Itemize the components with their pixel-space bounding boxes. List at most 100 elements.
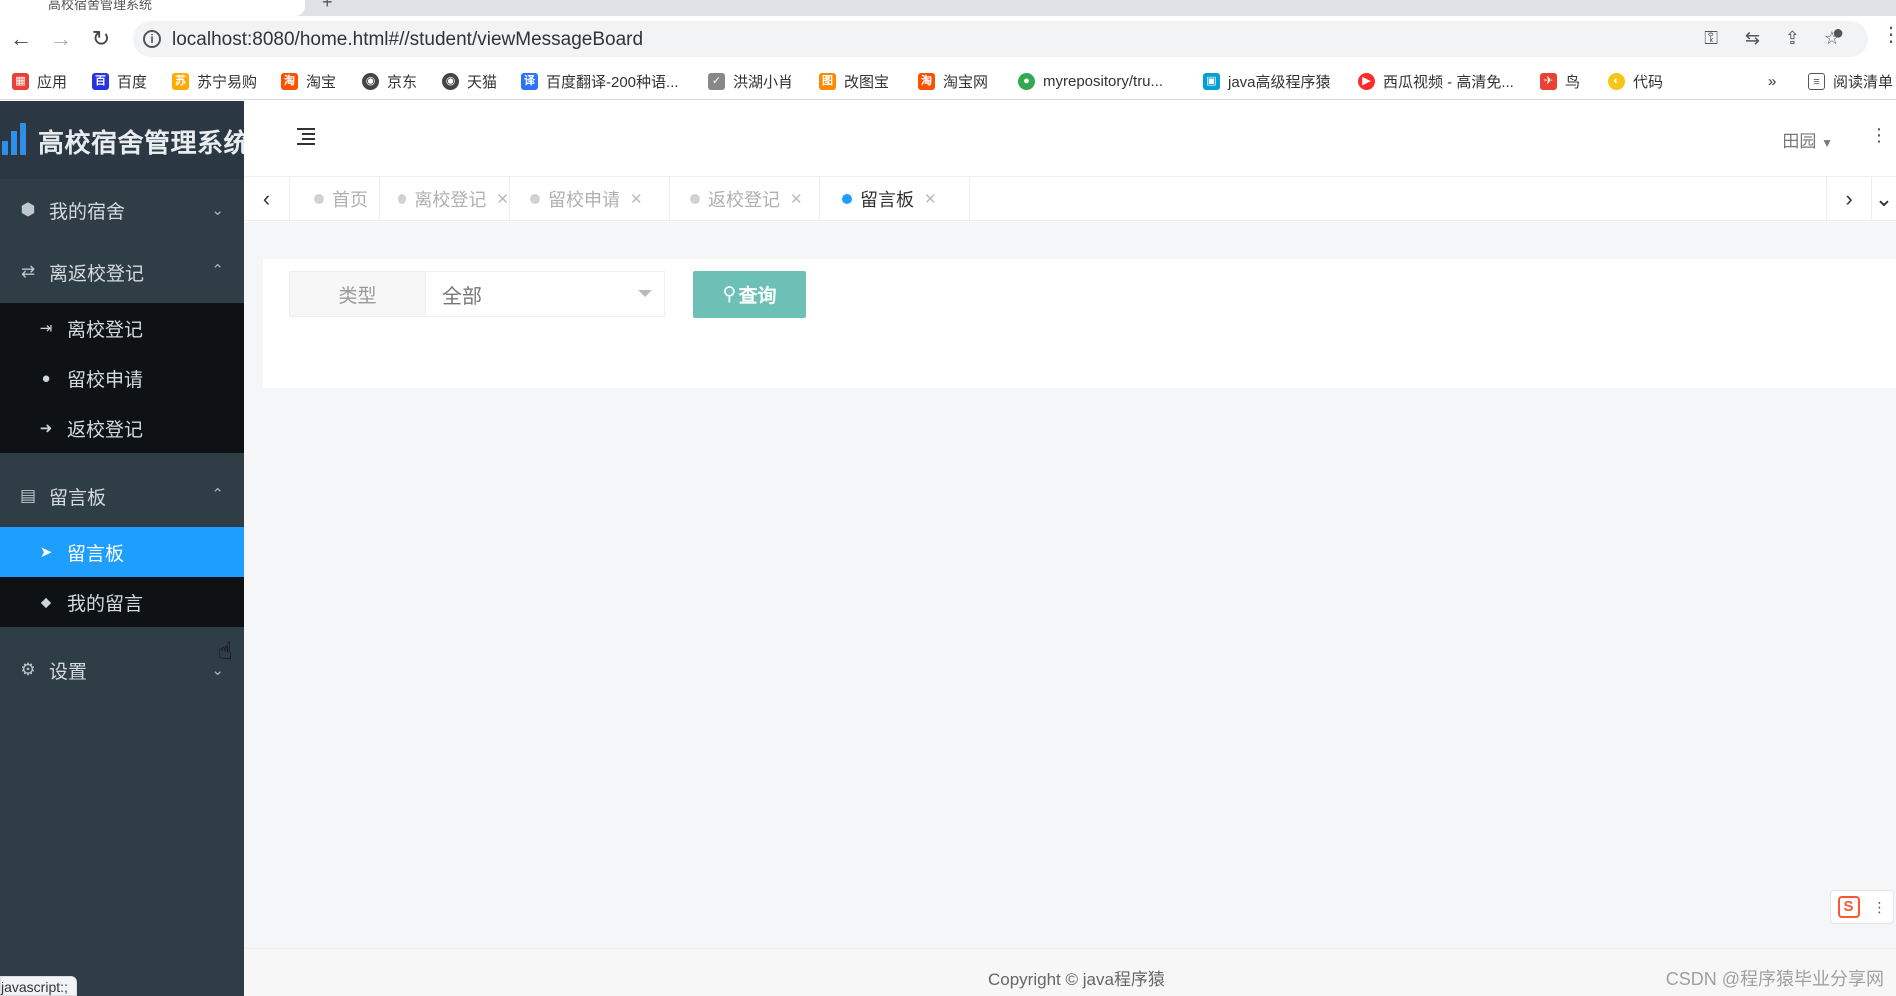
bookmark-item[interactable]: ✈ 鸟 bbox=[1540, 70, 1580, 92]
browser-tab[interactable]: 高校宿舍管理系统 bbox=[0, 0, 305, 16]
bookmark-item[interactable]: ▦ 应用 bbox=[12, 70, 67, 92]
sidebar-toggle-icon[interactable] bbox=[297, 128, 315, 145]
browser-menu-icon[interactable]: ⋮ bbox=[1881, 22, 1896, 47]
key-icon[interactable]: ⚿ bbox=[1704, 28, 1718, 49]
sidebar-item-stay-apply[interactable]: ● 留校申请 bbox=[0, 353, 244, 403]
sidebar-item-leave-register[interactable]: ⇥ 离校登记 bbox=[0, 303, 244, 353]
sidebar-group-leave-return[interactable]: ⇄ 离返校登记 ⌃ bbox=[0, 241, 244, 303]
bookmark-item[interactable]: 淘淘宝网 bbox=[918, 70, 988, 92]
forward-button[interactable]: → bbox=[46, 24, 76, 54]
footer: Copyright © java程序猿 CSDN @程序猿毕业分享网 bbox=[244, 948, 1896, 996]
csdn-logo-icon: S bbox=[1837, 896, 1860, 918]
more-icon[interactable]: ⋮ bbox=[1870, 125, 1888, 146]
user-menu[interactable]: 田园 ▼ bbox=[1782, 127, 1833, 152]
tab-stay-apply[interactable]: 留校申请 ✕ bbox=[510, 177, 670, 221]
bookmark-item[interactable]: ✓ 洪湖小肖 bbox=[708, 70, 793, 92]
more-icon[interactable]: ⋮ bbox=[1873, 899, 1887, 916]
tabs-dropdown-button[interactable]: ⌄ bbox=[1872, 177, 1896, 221]
sidebar-group-label: 我的宿舍 bbox=[49, 201, 126, 223]
close-icon[interactable]: ✕ bbox=[496, 190, 509, 208]
bookmark-item[interactable]: 淘淘宝 bbox=[281, 70, 336, 92]
chevron-up-icon: ⌃ bbox=[211, 486, 224, 503]
close-icon[interactable]: ✕ bbox=[924, 190, 937, 208]
tab-message-board[interactable]: 留言板 ✕ bbox=[820, 177, 970, 221]
type-select-value: 全部 bbox=[442, 285, 482, 308]
bookmark-item[interactable]: ● myrepository/tru... bbox=[1018, 70, 1163, 92]
bookmark-item[interactable]: 苏苏宁易购 bbox=[172, 70, 257, 92]
apps-icon: ▦ bbox=[12, 72, 29, 90]
bookmark-item[interactable]: 图改图宝 bbox=[819, 70, 889, 92]
site-info-icon[interactable]: i bbox=[143, 30, 161, 48]
taobao-icon: 淘 bbox=[918, 72, 935, 90]
chevron-up-icon: ⌃ bbox=[211, 262, 224, 279]
sidebar-item-return-register[interactable]: ➜ 返校登记 bbox=[0, 403, 244, 453]
globe-icon: ◉ bbox=[442, 72, 459, 90]
user-name: 田园 bbox=[1782, 132, 1817, 151]
code-icon: ◐ bbox=[1608, 72, 1625, 90]
url-text[interactable]: localhost:8080/home.html#//student/viewM… bbox=[172, 29, 643, 51]
bookmark-item[interactable]: ◐ 代码 bbox=[1608, 70, 1663, 92]
tab-home[interactable]: 首页 bbox=[290, 177, 380, 221]
bilibili-icon: ▣ bbox=[1203, 72, 1220, 90]
submenu-leave-return: ⇥ 离校登记 ● 留校申请 ➜ 返校登记 bbox=[0, 303, 244, 453]
tabs-scroll-right-button[interactable]: › bbox=[1826, 177, 1872, 221]
baidu-icon: 百 bbox=[92, 72, 109, 90]
bookmark-item[interactable]: ▣ java高级程序猿 bbox=[1203, 70, 1331, 92]
chevron-down-icon: ⌄ bbox=[211, 202, 224, 219]
bookmark-item[interactable]: ▶ 西瓜视频 - 高清免... bbox=[1358, 70, 1514, 92]
translate-icon[interactable]: ⇆ bbox=[1745, 28, 1760, 49]
new-tab-button[interactable]: + bbox=[322, 0, 333, 13]
share-icon[interactable]: ⇪ bbox=[1785, 28, 1800, 49]
submenu-message-board: ➤ 留言板 ⬥ 我的留言 bbox=[0, 527, 244, 627]
sidebar: 高校宿舍管理系统 ⬢ 我的宿舍 ⌄ ⇄ 离返校登记 ⌃ ⇥ 离校登记 ● 留校申… bbox=[0, 101, 250, 996]
sidebar-group-label: 留言板 bbox=[49, 487, 107, 509]
tab-dot-icon bbox=[398, 194, 407, 204]
reading-list-button[interactable]: ≡ 阅读清单 bbox=[1808, 70, 1893, 92]
sidebar-item-label: 留校申请 bbox=[67, 369, 144, 391]
reading-list-icon: ≡ bbox=[1808, 72, 1825, 90]
globe-icon: ◉ bbox=[362, 72, 379, 90]
profile-icon[interactable]: ● bbox=[1832, 22, 1844, 45]
tabs-scroll-left-button[interactable]: ‹ bbox=[244, 177, 290, 221]
bookmarks-more-button[interactable]: » bbox=[1768, 70, 1776, 92]
caret-down-icon bbox=[638, 290, 652, 297]
filter-card: 类型 全部 ⚲ 查询 bbox=[263, 259, 1896, 388]
suning-icon: 苏 bbox=[172, 72, 189, 90]
back-button[interactable]: ← bbox=[6, 24, 36, 54]
query-button[interactable]: ⚲ 查询 bbox=[693, 271, 806, 318]
paper-plane-icon: ➤ bbox=[39, 544, 53, 561]
sidebar-item-my-messages[interactable]: ⬥ 我的留言 bbox=[0, 577, 244, 627]
app-header: 田园 ▼ ⋮ bbox=[244, 101, 1896, 177]
tab-return-register[interactable]: 返校登记 ✕ bbox=[670, 177, 820, 221]
bookmarks-bar: ▦ 应用 百百度 苏苏宁易购 淘淘宝 ◉ 京东 ◉ 天猫 译百度翻译-200种语...… bbox=[0, 62, 1896, 100]
page-tabs-bar: ‹ 首页 离校登记 ✕ 留校申请 ✕ 返校登记 ✕ 留言板 ✕ › ⌄ bbox=[244, 177, 1896, 221]
sidebar-item-message-board[interactable]: ➤ 留言板 bbox=[0, 527, 244, 577]
address-bar[interactable]: i localhost:8080/home.html#//student/vie… bbox=[133, 21, 1868, 57]
bookmark-item[interactable]: 百百度 bbox=[92, 70, 147, 92]
reload-button[interactable]: ↻ bbox=[86, 24, 116, 54]
caret-down-icon: ▼ bbox=[1821, 136, 1833, 150]
search-icon: ⚲ bbox=[722, 284, 737, 305]
bookmark-item[interactable]: ◉ 京东 bbox=[362, 70, 417, 92]
sidebar-group-my-dorm[interactable]: ⬢ 我的宿舍 ⌄ bbox=[0, 179, 244, 241]
sidebar-group-label: 设置 bbox=[49, 661, 88, 683]
close-icon[interactable]: ✕ bbox=[790, 190, 803, 208]
calendar-icon: ▤ bbox=[19, 486, 37, 505]
csdn-toolbar[interactable]: S ⋮ bbox=[1830, 890, 1894, 924]
taobao-icon: 淘 bbox=[281, 72, 298, 90]
bookmark-item[interactable]: ◉ 天猫 bbox=[442, 70, 497, 92]
browser-tab-strip: 高校宿舍管理系统 + bbox=[0, 0, 1896, 16]
sidebar-group-settings[interactable]: ⚙ 设置 ⌄ bbox=[0, 639, 244, 701]
app-title: 高校宿舍管理系统 bbox=[38, 128, 251, 158]
chrome-icon: ● bbox=[1018, 72, 1035, 90]
browser-status-bar: javascript:; bbox=[0, 976, 77, 996]
main-content: 类型 全部 ⚲ 查询 bbox=[244, 222, 1896, 948]
close-icon[interactable]: ✕ bbox=[630, 190, 643, 208]
bookmark-item[interactable]: 译百度翻译-200种语... bbox=[521, 70, 679, 92]
sidebar-group-message-board[interactable]: ▤ 留言板 ⌃ bbox=[0, 465, 244, 527]
type-select[interactable]: 全部 bbox=[425, 271, 665, 317]
type-label: 类型 bbox=[289, 271, 426, 317]
app-logo[interactable]: 高校宿舍管理系统 bbox=[0, 101, 250, 179]
tab-leave-register[interactable]: 离校登记 ✕ bbox=[380, 177, 510, 221]
sign-in-icon: ➜ bbox=[39, 420, 53, 437]
